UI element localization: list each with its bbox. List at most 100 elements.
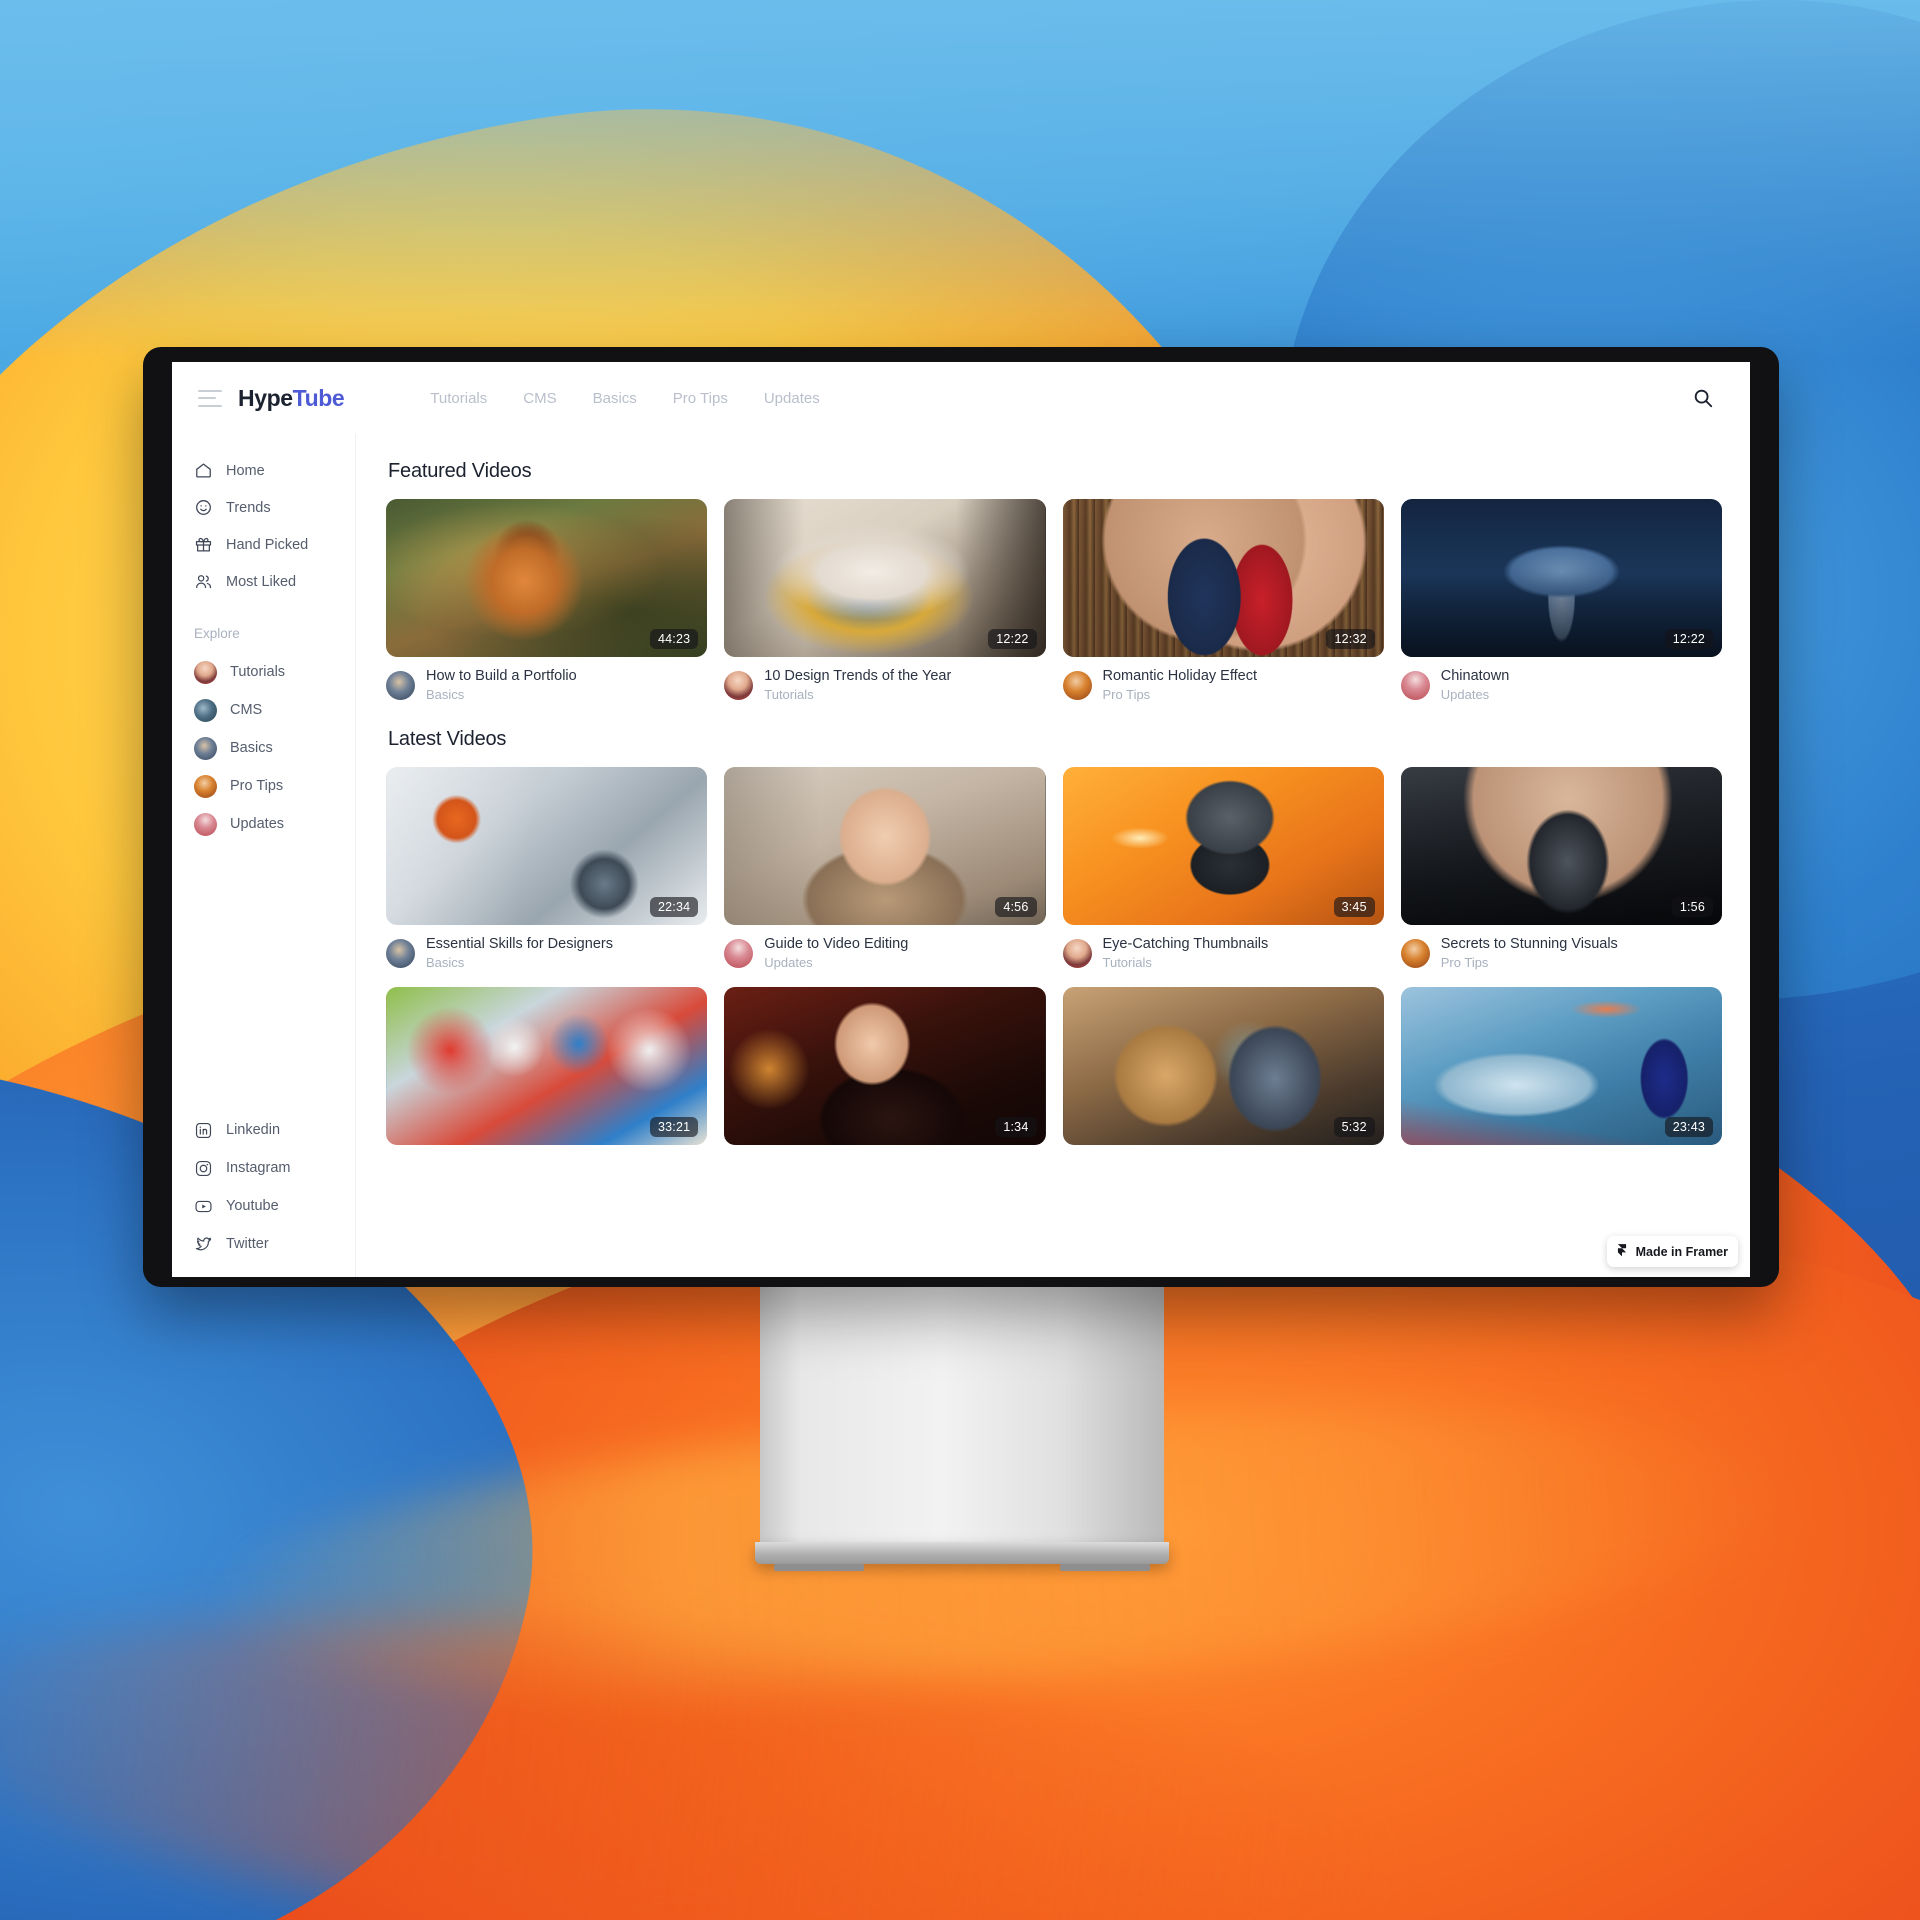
avatar: [194, 812, 217, 836]
video-card[interactable]: 12:22 Chinatown Updates: [1400, 499, 1722, 702]
video-title: Chinatown: [1440, 668, 1510, 684]
video-duration: 23:43: [1664, 1117, 1713, 1137]
video-card[interactable]: 1:56 Secrets to Stunning Visuals Pro Tip…: [1400, 767, 1722, 970]
sidebar-item-label: Hand Picked: [226, 536, 309, 553]
app-logo[interactable]: HypeTube: [238, 385, 345, 412]
sidebar-explore-cms[interactable]: CMS: [194, 691, 355, 729]
made-in-framer-label: Made in Framer: [1635, 1244, 1728, 1259]
video-title: How to Build a Portfolio: [426, 668, 577, 684]
sidebar-explore-updates[interactable]: Updates: [194, 805, 355, 843]
made-in-framer-badge[interactable]: Made in Framer: [1606, 1236, 1738, 1267]
video-thumbnail[interactable]: 12:32: [1062, 499, 1384, 657]
sidebar-social-links: Linkedin Instagram Youtube Twitter: [194, 1111, 355, 1277]
sidebar-explore-tutorials[interactable]: Tutorials: [194, 653, 355, 691]
latest-videos-grid: 22:34 Essential Skills for Designers Bas…: [386, 767, 1722, 970]
monitor-stand-foot-right: [1060, 1564, 1150, 1571]
section-title-featured: Featured Videos: [388, 460, 532, 482]
video-thumbnail[interactable]: 33:21: [386, 987, 708, 1145]
avatar: [386, 670, 415, 700]
video-card[interactable]: 1:34: [724, 987, 1046, 1145]
video-duration: 12:22: [988, 629, 1037, 649]
video-card[interactable]: 12:32 Romantic Holiday Effect Pro Tips: [1062, 499, 1384, 702]
search-icon[interactable]: [1688, 383, 1718, 413]
video-card[interactable]: 3:45 Eye-Catching Thumbnails Tutorials: [1062, 767, 1384, 970]
sidebar-item-hand-picked[interactable]: Hand Picked: [194, 526, 355, 563]
topnav-item-updates[interactable]: Updates: [764, 390, 820, 407]
video-category: Tutorials: [1102, 955, 1152, 970]
video-duration: 44:23: [649, 629, 699, 649]
video-title: Romantic Holiday Effect: [1102, 668, 1257, 684]
video-meta: How to Build a Portfolio Basics: [386, 668, 707, 702]
sidebar-explore-label: Tutorials: [230, 664, 286, 680]
monitor-stand: [755, 1287, 1169, 1579]
sidebar-social-linkedin[interactable]: Linkedin: [194, 1111, 355, 1149]
video-duration: 1:56: [1671, 897, 1713, 917]
home-icon: [194, 461, 213, 480]
avatar: [194, 660, 217, 684]
video-card[interactable]: 23:43: [1400, 987, 1722, 1145]
video-thumbnail[interactable]: 12:22: [724, 499, 1046, 657]
video-card[interactable]: 22:34 Essential Skills for Designers Bas…: [386, 767, 708, 970]
avatar: [194, 736, 217, 760]
latest-videos-grid-row2: 33:21 1:34 5:32 23:43: [386, 987, 1722, 1145]
video-duration: 12:22: [1664, 629, 1713, 649]
video-meta: Secrets to Stunning Visuals Pro Tips: [1400, 936, 1722, 970]
sidebar-social-instagram[interactable]: Instagram: [194, 1149, 355, 1187]
video-card[interactable]: 5:32: [1062, 987, 1384, 1145]
video-thumbnail[interactable]: 5:32: [1062, 987, 1384, 1145]
video-card[interactable]: 12:22 10 Design Trends of the Year Tutor…: [724, 499, 1046, 702]
featured-videos-grid: 44:23 How to Build a Portfolio Basics 12…: [386, 499, 1722, 702]
sidebar-item-label: Trends: [226, 499, 271, 516]
avatar: [194, 774, 217, 798]
sidebar-explore-pro-tips[interactable]: Pro Tips: [194, 767, 355, 805]
topnav-item-tutorials[interactable]: Tutorials: [430, 390, 487, 407]
hypetube-app: HypeTube Tutorials CMS Basics Pro Tips U…: [172, 362, 1750, 1277]
video-thumbnail[interactable]: 4:56: [724, 767, 1046, 925]
sidebar-social-label: Youtube: [226, 1198, 279, 1214]
video-meta: Essential Skills for Designers Basics: [386, 936, 707, 970]
video-category: Pro Tips: [1440, 955, 1489, 970]
video-category: Updates: [764, 955, 813, 970]
sidebar-item-label: Home: [226, 462, 265, 479]
video-thumbnail[interactable]: 44:23: [386, 499, 708, 657]
avatar: [386, 938, 415, 968]
video-title: Eye-Catching Thumbnails: [1102, 936, 1269, 952]
sidebar-item-trends[interactable]: Trends: [194, 489, 355, 526]
monitor: HypeTube Tutorials CMS Basics Pro Tips U…: [143, 347, 1779, 1287]
video-title: Secrets to Stunning Visuals: [1440, 936, 1618, 952]
video-category: Pro Tips: [1102, 687, 1151, 702]
video-category: Tutorials: [764, 687, 814, 702]
video-title: Guide to Video Editing: [764, 936, 909, 952]
video-duration: 12:32: [1326, 629, 1375, 649]
video-thumbnail[interactable]: 3:45: [1062, 767, 1384, 925]
topnav-item-pro-tips[interactable]: Pro Tips: [673, 390, 728, 407]
sidebar-item-most-liked[interactable]: Most Liked: [194, 563, 355, 600]
sidebar-item-home[interactable]: Home: [194, 452, 355, 489]
video-thumbnail[interactable]: 1:56: [1400, 767, 1722, 925]
gift-icon: [194, 535, 213, 554]
video-card[interactable]: 33:21: [386, 987, 708, 1145]
video-card[interactable]: 44:23 How to Build a Portfolio Basics: [386, 499, 708, 702]
video-thumbnail[interactable]: 12:22: [1400, 499, 1722, 657]
video-thumbnail[interactable]: 1:34: [724, 987, 1046, 1145]
avatar: [1062, 670, 1092, 700]
people-icon: [194, 572, 213, 591]
video-thumbnail[interactable]: 22:34: [386, 767, 708, 925]
sidebar-explore-basics[interactable]: Basics: [194, 729, 355, 767]
framer-icon: [1615, 1242, 1629, 1261]
video-duration: 33:21: [649, 1117, 699, 1137]
topnav-item-cms[interactable]: CMS: [523, 390, 556, 407]
video-card[interactable]: 4:56 Guide to Video Editing Updates: [724, 767, 1046, 970]
sidebar-social-youtube[interactable]: Youtube: [194, 1187, 355, 1225]
twitter-icon: [194, 1235, 213, 1254]
linkedin-icon: [194, 1121, 213, 1140]
sidebar-social-twitter[interactable]: Twitter: [194, 1225, 355, 1263]
hamburger-icon[interactable]: [198, 389, 222, 407]
video-title: 10 Design Trends of the Year: [764, 668, 952, 684]
topnav-item-basics[interactable]: Basics: [593, 390, 637, 407]
sidebar-social-label: Twitter: [226, 1236, 269, 1252]
sidebar-section-explore-label: Explore: [194, 626, 240, 641]
top-navigation: Tutorials CMS Basics Pro Tips Updates: [430, 390, 819, 407]
video-thumbnail[interactable]: 23:43: [1400, 987, 1722, 1145]
